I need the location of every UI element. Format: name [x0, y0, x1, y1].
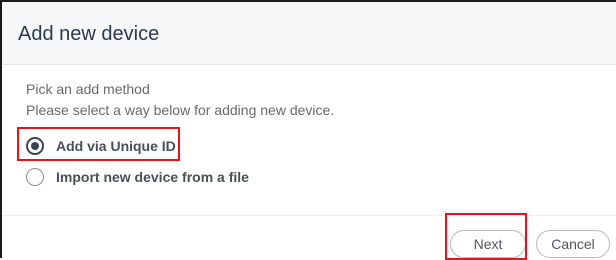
option-import-from-file[interactable]: Import new device from a file	[26, 166, 249, 188]
dialog-title: Add new device	[18, 23, 160, 45]
highlight-box-option	[17, 127, 180, 161]
radio-unselected-icon[interactable]	[26, 168, 44, 186]
dialog-header: Add new device	[2, 2, 616, 65]
method-hint: Please select a way below for adding new…	[26, 102, 335, 118]
option-label-import-file: Import new device from a file	[56, 169, 249, 185]
method-subtitle: Pick an add method	[26, 81, 150, 97]
highlight-box-next	[445, 213, 527, 260]
cancel-button[interactable]: Cancel	[536, 230, 610, 258]
add-device-dialog: Add new device Pick an add method Please…	[0, 0, 616, 260]
